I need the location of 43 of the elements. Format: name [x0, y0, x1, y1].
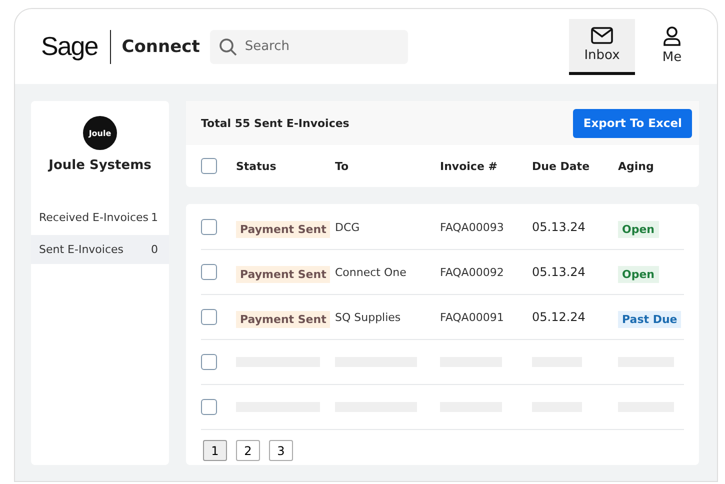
column-header: Status [236, 160, 278, 172]
table-cell-text: FAQA00092 [440, 266, 505, 278]
row-checkbox[interactable] [201, 264, 217, 280]
nav-tab[interactable]: Me [639, 18, 705, 74]
company-name: Joule Systems [48, 158, 152, 173]
column-header: Aging [618, 160, 655, 172]
row-checkbox[interactable] [201, 219, 217, 235]
row-checkbox[interactable] [201, 309, 217, 325]
table-cell-text: 05.13.24 [532, 265, 586, 279]
total-label: Total 55 Sent E-Invoices [201, 116, 350, 130]
page-button[interactable]: 2 [236, 440, 260, 461]
page-button[interactable]: 1 [203, 440, 227, 461]
sage-logo: Sage [41, 31, 98, 62]
select-all-checkbox[interactable] [201, 158, 217, 174]
page-button[interactable]: 3 [269, 440, 293, 461]
table-cell-text: FAQA00091 [440, 310, 505, 324]
status-tag: Payment Sent [236, 266, 330, 282]
table-cell-text: SQ Supplies [335, 310, 402, 324]
table-cell-text: Connect One [335, 266, 408, 278]
table-cell-text: 05.12.24 [532, 310, 586, 324]
column-header: Due Date [532, 160, 591, 172]
column-header: To [335, 160, 350, 172]
aging-tag: Past Due [618, 310, 682, 328]
status-tag: Payment Sent [236, 310, 330, 328]
company-avatar: Joule [83, 116, 117, 150]
user-icon [663, 26, 681, 46]
status-tag: Payment Sent [236, 220, 330, 238]
row-checkbox[interactable] [201, 354, 217, 370]
column-header: Invoice # [440, 160, 498, 172]
table-cell-text: DCG [335, 220, 361, 234]
export-button[interactable]: Export To Excel [573, 108, 692, 138]
nav-tab[interactable]: Inbox [569, 18, 635, 74]
search-icon [218, 38, 237, 56]
row-checkbox[interactable] [201, 399, 217, 415]
sidebar-item[interactable]: Received E-Invoices 1 [31, 203, 169, 232]
product-name: Connect [122, 36, 200, 56]
mail-icon [591, 27, 613, 44]
aging-tag: Open [618, 220, 659, 238]
table-cell-text: 05.13.24 [532, 220, 586, 234]
sidebar-item[interactable]: Sent E-Invoices 0 [31, 235, 169, 264]
table-cell-text: FAQA00093 [440, 220, 505, 234]
aging-tag: Open [618, 266, 659, 282]
search-field[interactable]: Search [210, 30, 408, 64]
